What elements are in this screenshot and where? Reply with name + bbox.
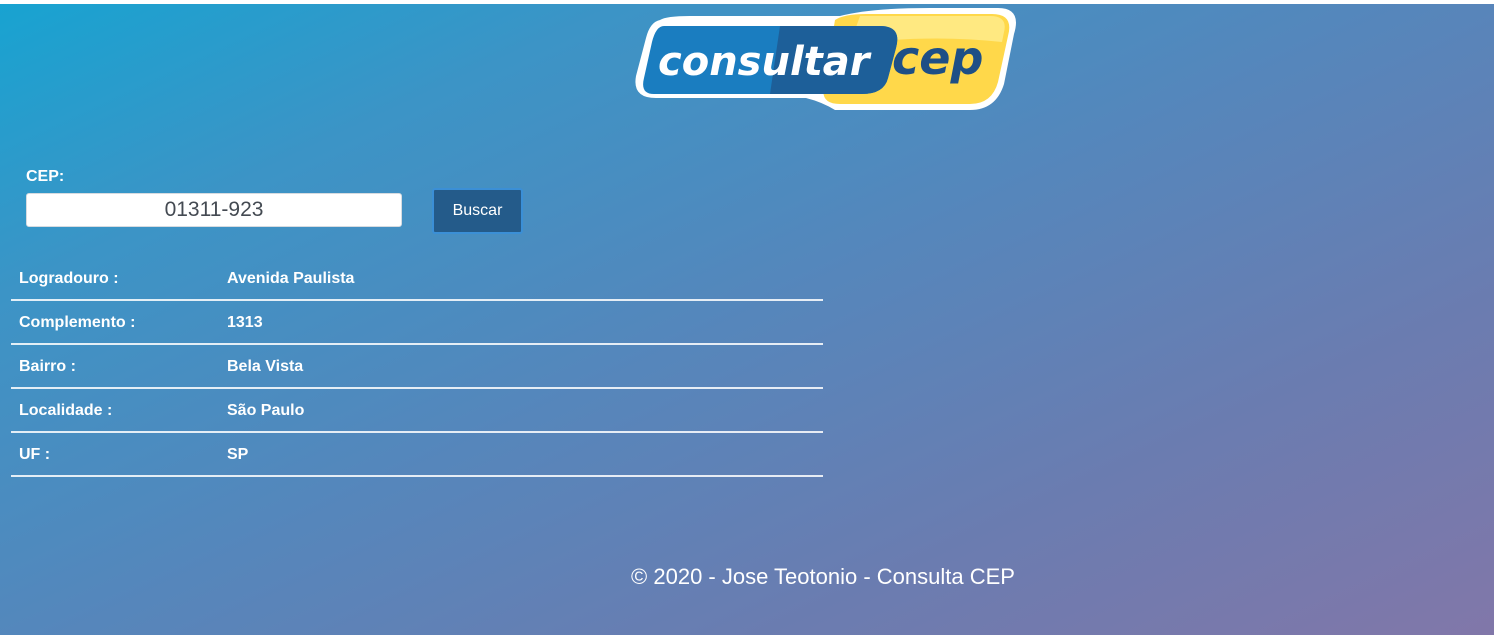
result-label: Logradouro :	[19, 270, 119, 287]
logo-text-cep: cep	[892, 31, 983, 85]
result-row-uf: UF : SP	[11, 433, 823, 477]
result-row-logradouro: Logradouro : Avenida Paulista	[11, 257, 823, 301]
result-value: Avenida Paulista	[227, 270, 355, 287]
result-label: Bairro :	[19, 358, 76, 375]
result-row-localidade: Localidade : São Paulo	[11, 389, 823, 433]
cep-input[interactable]	[26, 193, 402, 227]
footer-copyright: © 2020 - Jose Teotonio - Consulta CEP	[631, 564, 1015, 589]
address-result-table: Logradouro : Avenida Paulista Complement…	[11, 257, 823, 477]
cep-label: CEP:	[26, 168, 65, 185]
result-label: Localidade :	[19, 402, 113, 419]
result-value: São Paulo	[227, 402, 305, 419]
result-row-complemento: Complemento : 1313	[11, 301, 823, 345]
result-label: UF :	[19, 446, 51, 463]
page-background: consultar cep CEP: Buscar Logradouro : A…	[0, 4, 1494, 635]
result-value: SP	[227, 446, 249, 463]
result-label: Complemento :	[19, 314, 136, 331]
logo-text-consultar: consultar	[658, 39, 872, 85]
consultar-cep-logo: consultar cep	[635, 8, 1016, 110]
result-value: 1313	[227, 314, 263, 331]
result-value: Bela Vista	[227, 358, 304, 375]
result-row-bairro: Bairro : Bela Vista	[11, 345, 823, 389]
search-button[interactable]: Buscar	[432, 188, 523, 234]
